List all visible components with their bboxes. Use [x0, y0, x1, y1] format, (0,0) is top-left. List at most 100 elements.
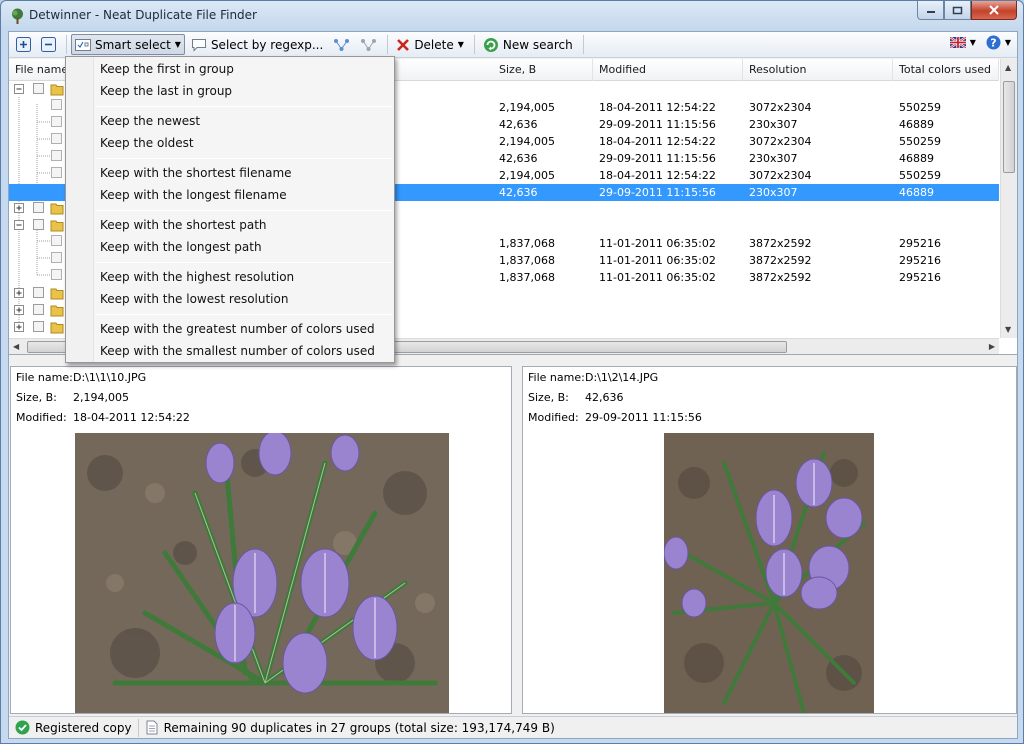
title-bar[interactable]: Detwinner - Neat Duplicate File Finder: [1, 1, 1023, 31]
select-by-regexp-button[interactable]: Select by regexp...: [187, 34, 327, 55]
collapse-all-button[interactable]: [37, 34, 60, 55]
column-header-size[interactable]: Size, B: [493, 59, 593, 81]
chevron-down-icon: ▼: [969, 38, 976, 47]
checkbox[interactable]: [33, 303, 45, 316]
size-label: Size, B:: [528, 391, 569, 404]
minimize-icon: [926, 11, 935, 13]
cell-size: 2,194,005: [499, 169, 555, 182]
delete-button[interactable]: Delete ▼: [392, 34, 468, 55]
expand-node-icon[interactable]: [14, 304, 24, 315]
checkbox[interactable]: [33, 82, 45, 95]
deselect-tree-button[interactable]: [356, 34, 381, 55]
toolbar-separator: [473, 35, 475, 54]
menu-item-keep-last[interactable]: Keep the last in group: [100, 81, 232, 101]
menu-item-keep-oldest[interactable]: Keep the oldest: [100, 133, 194, 153]
collapse-node-icon[interactable]: [14, 219, 24, 230]
size-value: 2,194,005: [73, 391, 129, 404]
minimize-button[interactable]: [917, 1, 944, 20]
column-header-total-colors[interactable]: Total colors used: [893, 59, 999, 81]
preview-pane-right: File name: D:\1\2\14.JPG Size, B: 42,636…: [522, 366, 1017, 714]
vertical-scroll-thumb[interactable]: [1003, 81, 1015, 173]
menu-gutter: [66, 57, 94, 362]
new-search-label: New search: [502, 37, 573, 52]
scroll-left-icon[interactable]: ◀: [13, 342, 19, 351]
cell-colors: 295216: [899, 254, 941, 267]
maximize-button[interactable]: [944, 1, 971, 20]
tree-group-3[interactable]: [14, 216, 64, 233]
file-name-value: D:\1\1\10.JPG: [73, 371, 147, 384]
cell-resolution: 3872x2592: [749, 237, 812, 250]
checklist-icon: [75, 38, 91, 51]
window-title: Detwinner - Neat Duplicate File Finder: [29, 8, 257, 22]
expand-node-icon[interactable]: [14, 321, 24, 332]
chevron-down-icon: ▼: [1004, 38, 1011, 47]
preview-pane-left: File name: D:\1\1\10.JPG Size, B: 2,194,…: [10, 366, 512, 714]
cell-modified: 18-04-2011 12:54:22: [599, 135, 716, 148]
column-header-modified[interactable]: Modified: [593, 59, 743, 81]
refresh-icon: [483, 37, 498, 52]
expand-all-button[interactable]: [12, 34, 35, 55]
checkbox[interactable]: [33, 201, 45, 214]
menu-item-keep-newest[interactable]: Keep the newest: [100, 111, 200, 131]
cell-modified: 11-01-2011 06:35:02: [599, 237, 716, 250]
menu-item-keep-first[interactable]: Keep the first in group: [100, 59, 234, 79]
remaining-text: Remaining 90 duplicates in 27 groups (to…: [163, 720, 555, 735]
tree-group-1[interactable]: [14, 80, 64, 97]
cell-modified: 18-04-2011 12:54:22: [599, 169, 716, 182]
app-tree-icon: [12, 8, 23, 24]
menu-item-shortest-filename[interactable]: Keep with the shortest filename: [100, 163, 292, 183]
status-bar: Registered copy Remaining 90 duplicates …: [9, 716, 1017, 738]
vertical-scrollbar[interactable]: ▲ ▼: [1000, 59, 1017, 338]
cell-size: 2,194,005: [499, 101, 555, 114]
cell-colors: 550259: [899, 101, 941, 114]
folder-icon: [50, 220, 64, 231]
cell-colors: 46889: [899, 152, 934, 165]
language-button[interactable]: ▼: [949, 37, 976, 48]
tree-group-6[interactable]: [14, 318, 64, 335]
cell-modified: 11-01-2011 06:35:02: [599, 254, 716, 267]
help-button[interactable]: ? ▼: [986, 35, 1011, 50]
menu-item-lowest-resolution[interactable]: Keep with the lowest resolution: [100, 289, 288, 309]
menu-item-longest-path[interactable]: Keep with the longest path: [100, 237, 262, 257]
scroll-down-icon[interactable]: ▼: [1005, 325, 1011, 334]
tree-group-4[interactable]: [14, 284, 64, 301]
smart-select-button[interactable]: Smart select ▼: [71, 34, 185, 55]
cell-resolution: 3872x2592: [749, 271, 812, 284]
column-header-resolution[interactable]: Resolution: [743, 59, 893, 81]
expand-node-icon[interactable]: [14, 202, 24, 213]
folder-icon: [50, 305, 64, 316]
menu-item-longest-filename[interactable]: Keep with the longest filename: [100, 185, 287, 205]
modified-label: Modified:: [528, 411, 579, 424]
help-icon: ?: [986, 35, 1001, 50]
menu-item-smallest-colors[interactable]: Keep with the smallest number of colors …: [100, 341, 375, 361]
cell-modified: 11-01-2011 06:35:02: [599, 271, 716, 284]
size-label: Size, B:: [16, 391, 57, 404]
document-icon: [146, 720, 158, 735]
tree-group-5[interactable]: [14, 301, 64, 318]
close-button[interactable]: [971, 1, 1017, 20]
check-circle-icon: [15, 720, 30, 735]
checkbox[interactable]: [33, 218, 45, 231]
cell-colors: 550259: [899, 169, 941, 182]
smart-select-menu: Keep the first in group Keep the last in…: [65, 56, 395, 363]
cell-size: 42,636: [499, 186, 538, 199]
checkbox[interactable]: [33, 286, 45, 299]
tree-group-2[interactable]: [14, 199, 64, 216]
menu-item-greatest-colors[interactable]: Keep with the greatest number of colors …: [100, 319, 375, 339]
cell-colors: 295216: [899, 237, 941, 250]
scroll-up-icon[interactable]: ▲: [1005, 63, 1011, 72]
cell-size: 1,837,068: [499, 271, 555, 284]
select-tree-button[interactable]: [329, 34, 354, 55]
expand-node-icon[interactable]: [14, 287, 24, 298]
new-search-button[interactable]: New search: [479, 34, 577, 55]
cell-resolution: 3872x2592: [749, 254, 812, 267]
cell-resolution: 3072x2304: [749, 101, 812, 114]
menu-item-shortest-path[interactable]: Keep with the shortest path: [100, 215, 267, 235]
menu-item-highest-resolution[interactable]: Keep with the highest resolution: [100, 267, 294, 287]
folder-icon: [50, 203, 64, 214]
collapse-node-icon[interactable]: [14, 83, 24, 94]
checkbox[interactable]: [33, 320, 45, 333]
cell-size: 42,636: [499, 118, 538, 131]
size-value: 42,636: [585, 391, 624, 404]
scroll-right-icon[interactable]: ▶: [989, 342, 995, 351]
